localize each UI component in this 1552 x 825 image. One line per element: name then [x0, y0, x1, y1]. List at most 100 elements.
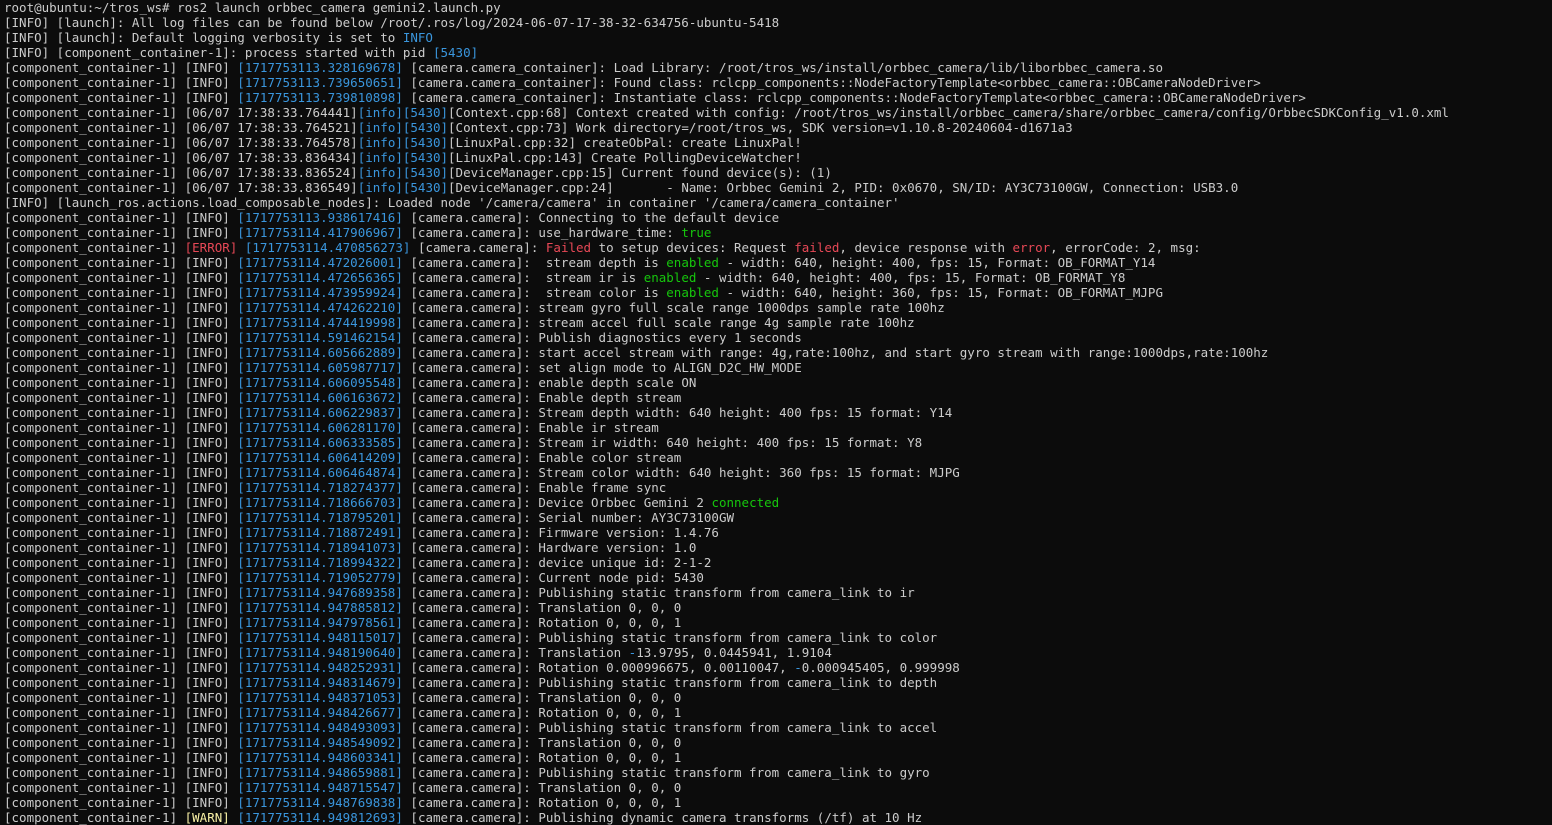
log-text-segment: [component_container-1] [INFO]: [4, 345, 238, 360]
log-text-segment: [component_container-1] [INFO]: [4, 75, 238, 90]
log-text-segment: [INFO] [launch]: Default logging verbosi…: [4, 30, 403, 45]
log-text-segment: [component_container-1] [INFO]: [4, 615, 238, 630]
log-text-segment: [component_container-1]: [4, 240, 185, 255]
log-line: [component_container-1] [INFO] [17177531…: [4, 420, 1552, 435]
log-text-segment: [1717753114.605662889]: [237, 345, 403, 360]
log-text-segment: [1717753113.739650651]: [237, 75, 403, 90]
log-text-segment: [camera.camera]: device unique id: 2-1-2: [402, 555, 712, 570]
log-text-segment: [5430]: [402, 120, 449, 135]
log-text-segment: [camera.camera]: Stream depth width: 640…: [402, 405, 953, 420]
log-text-segment: [camera.camera]: Enable ir stream: [402, 420, 659, 435]
log-text-segment: [camera.camera_container]: Load Library:…: [402, 60, 1163, 75]
log-text-segment: [1717753114.948603341]: [237, 750, 403, 765]
log-text-segment: [component_container-1] [INFO]: [4, 495, 238, 510]
log-text-segment: [camera.camera]: use_hardware_time:: [402, 225, 682, 240]
log-line: [component_container-1] [INFO] [17177531…: [4, 690, 1552, 705]
log-text-segment: [component_container-1] [INFO]: [4, 780, 238, 795]
log-line: [INFO] [launch_ros.actions.load_composab…: [4, 195, 1552, 210]
log-text-segment: [component_container-1] [INFO]: [4, 750, 238, 765]
log-line: [component_container-1] [06/07 17:38:33.…: [4, 120, 1552, 135]
log-text-segment: [5430]: [402, 180, 449, 195]
log-text-segment: [camera.camera]: stream color is: [402, 285, 667, 300]
log-text-segment: connected: [711, 495, 780, 510]
log-text-segment: [component_container-1] [INFO]: [4, 645, 238, 660]
log-text-segment: [WARN]: [184, 810, 230, 825]
log-text-segment: [component_container-1] [INFO]: [4, 570, 238, 585]
log-text-segment: [component_container-1] [06/07 17:38:33.…: [4, 120, 358, 135]
log-text-segment: [ERROR]: [184, 240, 238, 255]
log-text-segment: [1717753114.948371053]: [237, 690, 403, 705]
log-text-segment: [camera.camera_container]: Instantiate c…: [402, 90, 1306, 105]
log-text-segment: 0.000945405, 0.999998: [801, 660, 960, 675]
log-text-segment: [component_container-1] [INFO]: [4, 735, 238, 750]
log-line: [component_container-1] [INFO] [17177531…: [4, 345, 1552, 360]
log-text-segment: [1717753114.606095548]: [237, 375, 403, 390]
log-text-segment: [1717753114.947689358]: [237, 585, 403, 600]
log-text-segment: [component_container-1] [INFO]: [4, 225, 238, 240]
log-line: [component_container-1] [INFO] [17177531…: [4, 75, 1552, 90]
log-text-segment: [component_container-1] [INFO]: [4, 600, 238, 615]
log-text-segment: [1717753114.948252931]: [237, 660, 403, 675]
log-text-segment: [component_container-1] [INFO]: [4, 465, 238, 480]
log-text-segment: [camera.camera]: Firmware version: 1.4.7…: [402, 525, 719, 540]
log-text-segment: [component_container-1]: [4, 810, 185, 825]
log-text-segment: INFO: [402, 30, 433, 45]
log-line: [component_container-1] [INFO] [17177531…: [4, 630, 1552, 645]
terminal-window[interactable]: root@ubuntu:~/tros_ws# ros2 launch orbbe…: [0, 0, 1552, 825]
log-text-segment: [camera.camera]: stream ir is: [402, 270, 644, 285]
log-line: [component_container-1] [INFO] [17177531…: [4, 465, 1552, 480]
log-line: [component_container-1] [INFO] [17177531…: [4, 495, 1552, 510]
log-line: [component_container-1] [INFO] [17177531…: [4, 450, 1552, 465]
log-text-segment: [237, 240, 245, 255]
log-text-segment: [camera.camera]: Translation 0, 0, 0: [402, 735, 682, 750]
log-line: [component_container-1] [INFO] [17177531…: [4, 660, 1552, 675]
log-line: [INFO] [launch]: Default logging verbosi…: [4, 30, 1552, 45]
log-text-segment: [1717753114.947978561]: [237, 615, 403, 630]
log-text-segment: [1717753114.606333585]: [237, 435, 403, 450]
log-text-segment: [1717753114.718994322]: [237, 555, 403, 570]
log-text-segment: [camera.camera]: Rotation 0, 0, 0, 1: [402, 795, 682, 810]
log-text-segment: [component_container-1] [INFO]: [4, 210, 238, 225]
log-text-segment: [LinuxPal.cpp:143] Create PollingDeviceW…: [448, 150, 802, 165]
log-text-segment: [component_container-1] [INFO]: [4, 690, 238, 705]
log-text-segment: [component_container-1] [INFO]: [4, 705, 238, 720]
log-text-segment: [1717753114.417906967]: [237, 225, 403, 240]
log-line: [component_container-1] [INFO] [17177531…: [4, 765, 1552, 780]
log-line: [component_container-1] [INFO] [17177531…: [4, 780, 1552, 795]
log-text-segment: [1717753113.739810898]: [237, 90, 403, 105]
log-text-segment: error: [1012, 240, 1051, 255]
log-text-segment: [camera.camera]: Stream color width: 640…: [402, 465, 960, 480]
log-text-segment: [camera.camera]: Serial number: AY3C7310…: [402, 510, 735, 525]
log-line: [component_container-1] [INFO] [17177531…: [4, 255, 1552, 270]
log-text-segment: [1717753114.718666703]: [237, 495, 403, 510]
log-text-segment: [1717753114.948314679]: [237, 675, 403, 690]
log-text-segment: [component_container-1] [INFO]: [4, 525, 238, 540]
log-text-segment: [component_container-1] [INFO]: [4, 630, 238, 645]
log-text-segment: [camera.camera]: Rotation 0, 0, 0, 1: [402, 750, 682, 765]
log-text-segment: [camera.camera]: set align mode to ALIGN…: [402, 360, 802, 375]
log-text-segment: [1717753114.606229837]: [237, 405, 403, 420]
log-text-segment: [component_container-1] [INFO]: [4, 270, 238, 285]
log-text-segment: [camera.camera]: Enable color stream: [402, 450, 682, 465]
log-text-segment: [component_container-1] [INFO]: [4, 420, 238, 435]
log-text-segment: [5430]: [432, 45, 479, 60]
log-text-segment: [1717753114.472026001]: [237, 255, 403, 270]
log-text-segment: [component_container-1] [INFO]: [4, 255, 238, 270]
log-line: [component_container-1] [INFO] [17177531…: [4, 210, 1552, 225]
log-line: [component_container-1] [ERROR] [1717753…: [4, 240, 1552, 255]
log-text-segment: , device response with: [839, 240, 1013, 255]
log-text-segment: [component_container-1] [INFO]: [4, 675, 238, 690]
log-text-segment: [5430]: [402, 165, 449, 180]
log-text-segment: [1717753114.606414209]: [237, 450, 403, 465]
log-line: [component_container-1] [INFO] [17177531…: [4, 225, 1552, 240]
log-text-segment: to setup devices: Request: [591, 240, 795, 255]
log-line: [component_container-1] [INFO] [17177531…: [4, 270, 1552, 285]
log-text-segment: [camera.camera]: Translation: [402, 645, 629, 660]
log-line: [component_container-1] [INFO] [17177531…: [4, 510, 1552, 525]
log-line: [component_container-1] [INFO] [17177531…: [4, 390, 1552, 405]
log-text-segment: [1717753114.948115017]: [237, 630, 403, 645]
log-line: [component_container-1] [06/07 17:38:33.…: [4, 150, 1552, 165]
log-line: [component_container-1] [INFO] [17177531…: [4, 480, 1552, 495]
log-text-segment: [camera.camera]: Current node pid: 5430: [402, 570, 704, 585]
log-line: [component_container-1] [06/07 17:38:33.…: [4, 180, 1552, 195]
